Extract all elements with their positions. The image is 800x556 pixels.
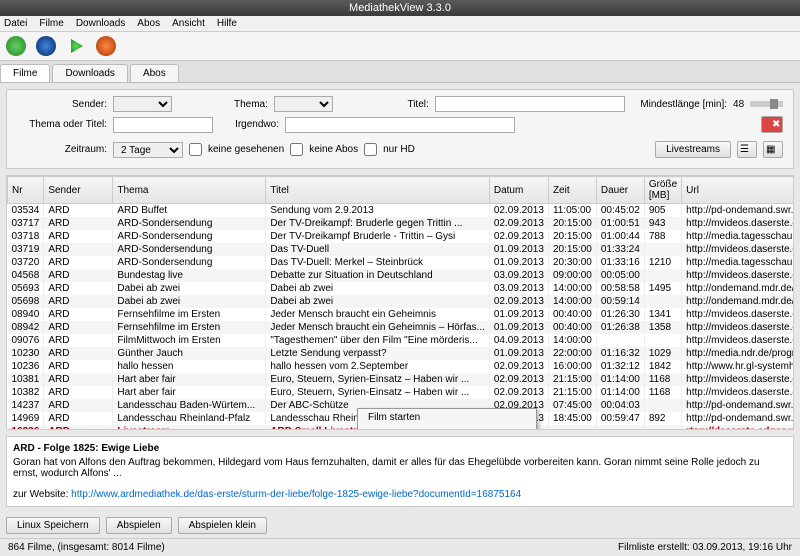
film-table[interactable]: NrSenderThemaTitelDatumZeitDauerGröße [M…: [6, 175, 794, 430]
detail-desc: Goran hat von Alfons den Auftrag bekomme…: [13, 457, 787, 479]
cb-hd-label: nur HD: [383, 144, 415, 155]
info-icon[interactable]: [36, 36, 56, 56]
tabs: Filme Downloads Abos: [0, 61, 800, 83]
thema-select[interactable]: [274, 96, 333, 112]
toolbar: [0, 32, 800, 61]
context-menu: Film starten Film aufzeichnen Filter▸ Ab…: [357, 408, 537, 430]
website-label: zur Website:: [13, 489, 68, 500]
col-3[interactable]: Titel: [266, 177, 490, 204]
col-6[interactable]: Dauer: [596, 177, 644, 204]
table-row[interactable]: 04568ARDBundestag liveDebatte zur Situat…: [8, 269, 795, 282]
titel-label: Titel:: [339, 99, 429, 110]
col-1[interactable]: Sender: [44, 177, 113, 204]
abspielen-button[interactable]: Abspielen: [106, 517, 172, 534]
length-slider[interactable]: [750, 101, 783, 107]
irgendwo-label: Irgendwo:: [219, 119, 279, 130]
statusbar: 864 Filme, (insgesamt: 8014 Filme) Filml…: [0, 538, 800, 556]
bottom-buttons: Linux Speichern Abspielen Abspielen klei…: [6, 517, 794, 534]
detail-panel: ARD - Folge 1825: Ewige Liebe Goran hat …: [6, 436, 794, 507]
col-4[interactable]: Datum: [489, 177, 548, 204]
website-link[interactable]: http://www.ardmediathek.de/das-erste/stu…: [71, 489, 521, 500]
cb-abos[interactable]: [290, 143, 303, 156]
thema-label: Thema:: [178, 99, 268, 110]
sender-select[interactable]: [113, 96, 172, 112]
ctx-film-starten[interactable]: Film starten: [358, 409, 536, 426]
menu-hilfe[interactable]: Hilfe: [217, 18, 237, 29]
menubar: Datei Filme Downloads Abos Ansicht Hilfe: [0, 16, 800, 32]
zeitraum-select[interactable]: 2 Tage: [113, 142, 183, 158]
grid-view-icon[interactable]: ▦: [763, 141, 783, 158]
table-row[interactable]: 08940ARDFernsehfilme im ErstenJeder Mens…: [8, 308, 795, 321]
table-row[interactable]: 05693ARDDabei ab zweiDabei ab zwei03.09.…: [8, 282, 795, 295]
record-icon[interactable]: [96, 36, 116, 56]
livestreams-button[interactable]: Livestreams: [655, 141, 731, 158]
menu-abos[interactable]: Abos: [137, 18, 160, 29]
table-row[interactable]: 03719ARDARD-SondersendungDas TV-Duell01.…: [8, 243, 795, 256]
status-right: Filmliste erstellt: 03.09.2013, 19:16 Uh…: [618, 542, 792, 553]
abspielen-klein-button[interactable]: Abspielen klein: [178, 517, 267, 534]
titel-input[interactable]: [435, 96, 625, 112]
play-icon[interactable]: [66, 36, 86, 56]
table-row[interactable]: 10381ARDHart aber fairEuro, Steuern, Syr…: [8, 373, 795, 386]
table-row[interactable]: 05698ARDDabei ab zweiDabei ab zwei02.09.…: [8, 295, 795, 308]
thema-titel-label: Thema oder Titel:: [17, 119, 107, 130]
col-5[interactable]: Zeit: [548, 177, 596, 204]
table-row[interactable]: 09076ARDFilmMittwoch im Ersten"Tagesthem…: [8, 334, 795, 347]
table-row[interactable]: 10236ARDhallo hessenhallo hessen vom 2.S…: [8, 360, 795, 373]
zeitraum-label: Zeitraum:: [17, 144, 107, 155]
col-8[interactable]: Url: [682, 177, 794, 204]
menu-filme[interactable]: Filme: [39, 18, 63, 29]
status-left: 864 Filme, (insgesamt: 8014 Filme): [8, 542, 165, 553]
col-0[interactable]: Nr: [8, 177, 44, 204]
cb-gesehen-label: keine gesehenen: [208, 144, 284, 155]
cb-gesehen[interactable]: [189, 143, 202, 156]
table-row[interactable]: 03534ARDARD BuffetSendung vom 2.9.201302…: [8, 204, 795, 218]
table-row[interactable]: 10382ARDHart aber fairEuro, Steuern, Syr…: [8, 386, 795, 399]
col-7[interactable]: Größe [MB]: [644, 177, 681, 204]
globe-icon[interactable]: [6, 36, 26, 56]
linux-speichern-button[interactable]: Linux Speichern: [6, 517, 100, 534]
col-2[interactable]: Thema: [113, 177, 266, 204]
table-row[interactable]: 10230ARDGünther JauchLetzte Sendung verp…: [8, 347, 795, 360]
menu-downloads[interactable]: Downloads: [76, 18, 125, 29]
table-row[interactable]: 03717ARDARD-SondersendungDer TV-Dreikamp…: [8, 217, 795, 230]
mindestlange-label: Mindestlänge [min]:: [637, 99, 727, 110]
tab-abos[interactable]: Abos: [130, 64, 179, 82]
list-view-icon[interactable]: ☰: [737, 141, 757, 158]
tab-filme[interactable]: Filme: [0, 64, 50, 82]
menu-ansicht[interactable]: Ansicht: [172, 18, 205, 29]
window-title: MediathekView 3.3.0: [0, 0, 800, 16]
thema-titel-input[interactable]: [113, 117, 213, 133]
irgendwo-input[interactable]: [285, 117, 515, 133]
menu-datei[interactable]: Datei: [4, 18, 27, 29]
detail-title: ARD - Folge 1825: Ewige Liebe: [13, 443, 787, 454]
table-row[interactable]: 08942ARDFernsehfilme im ErstenJeder Mens…: [8, 321, 795, 334]
clear-filter-button[interactable]: ✖: [761, 116, 783, 133]
filter-panel: Sender: Thema: Titel: Mindestlänge [min]…: [6, 89, 794, 169]
table-row[interactable]: 03718ARDARD-SondersendungDer TV-Dreikamp…: [8, 230, 795, 243]
sender-label: Sender:: [17, 99, 107, 110]
cb-hd[interactable]: [364, 143, 377, 156]
mindestlange-value: 48: [733, 99, 744, 110]
tab-downloads[interactable]: Downloads: [52, 64, 127, 82]
cb-abos-label: keine Abos: [309, 144, 358, 155]
table-row[interactable]: 03720ARDARD-SondersendungDas TV-Duell: M…: [8, 256, 795, 269]
